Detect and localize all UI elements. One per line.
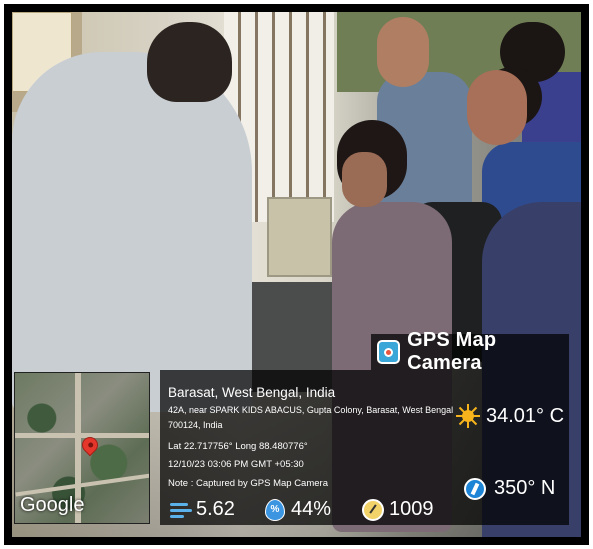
lab-instrument: [267, 197, 332, 277]
student-girl-right-head: [467, 70, 527, 145]
address-line-1: 42A, near SPARK KIDS ABACUS, Gupta Colon…: [168, 405, 454, 415]
map-road: [15, 473, 149, 497]
location-title: Barasat, West Bengal, India: [168, 385, 336, 400]
sun-icon: [456, 404, 480, 428]
humidity-icon: %: [265, 498, 285, 521]
google-logo: Google: [20, 494, 85, 516]
wind-icon: [170, 501, 192, 519]
pressure-value: 1009: [389, 498, 434, 520]
wind-speed: 5.62: [170, 498, 235, 521]
brand-banner: GPS Map Camera: [371, 329, 569, 374]
address-line-2: 700124, India: [168, 420, 223, 430]
student-girl-center-face: [342, 152, 387, 207]
brand-name: GPS Map Camera: [407, 329, 497, 374]
student-boy-head: [377, 17, 429, 87]
temperature: 34.01° C: [456, 404, 564, 428]
compass-icon: [464, 477, 486, 500]
humidity-value: 44%: [291, 498, 332, 520]
gps-map-camera-logo-icon: [377, 340, 401, 364]
teacher: [12, 52, 252, 412]
heading-value: 350° N: [494, 477, 556, 499]
date-time: 12/10/23 03:06 PM GMT +05:30: [168, 459, 304, 470]
teacher-head: [147, 22, 232, 102]
map-road: [15, 433, 149, 438]
wind-value: 5.62: [196, 498, 235, 520]
heading: 350° N: [464, 477, 555, 500]
temperature-value: 34.01° C: [486, 404, 565, 427]
lat-long: Lat 22.717756° Long 88.480776°: [168, 441, 308, 452]
capture-note: Note : Captured by GPS Map Camera: [168, 478, 328, 489]
humidity: % 44%: [265, 498, 331, 521]
pressure: 1009: [362, 498, 434, 521]
pressure-gauge-icon: [362, 498, 384, 521]
